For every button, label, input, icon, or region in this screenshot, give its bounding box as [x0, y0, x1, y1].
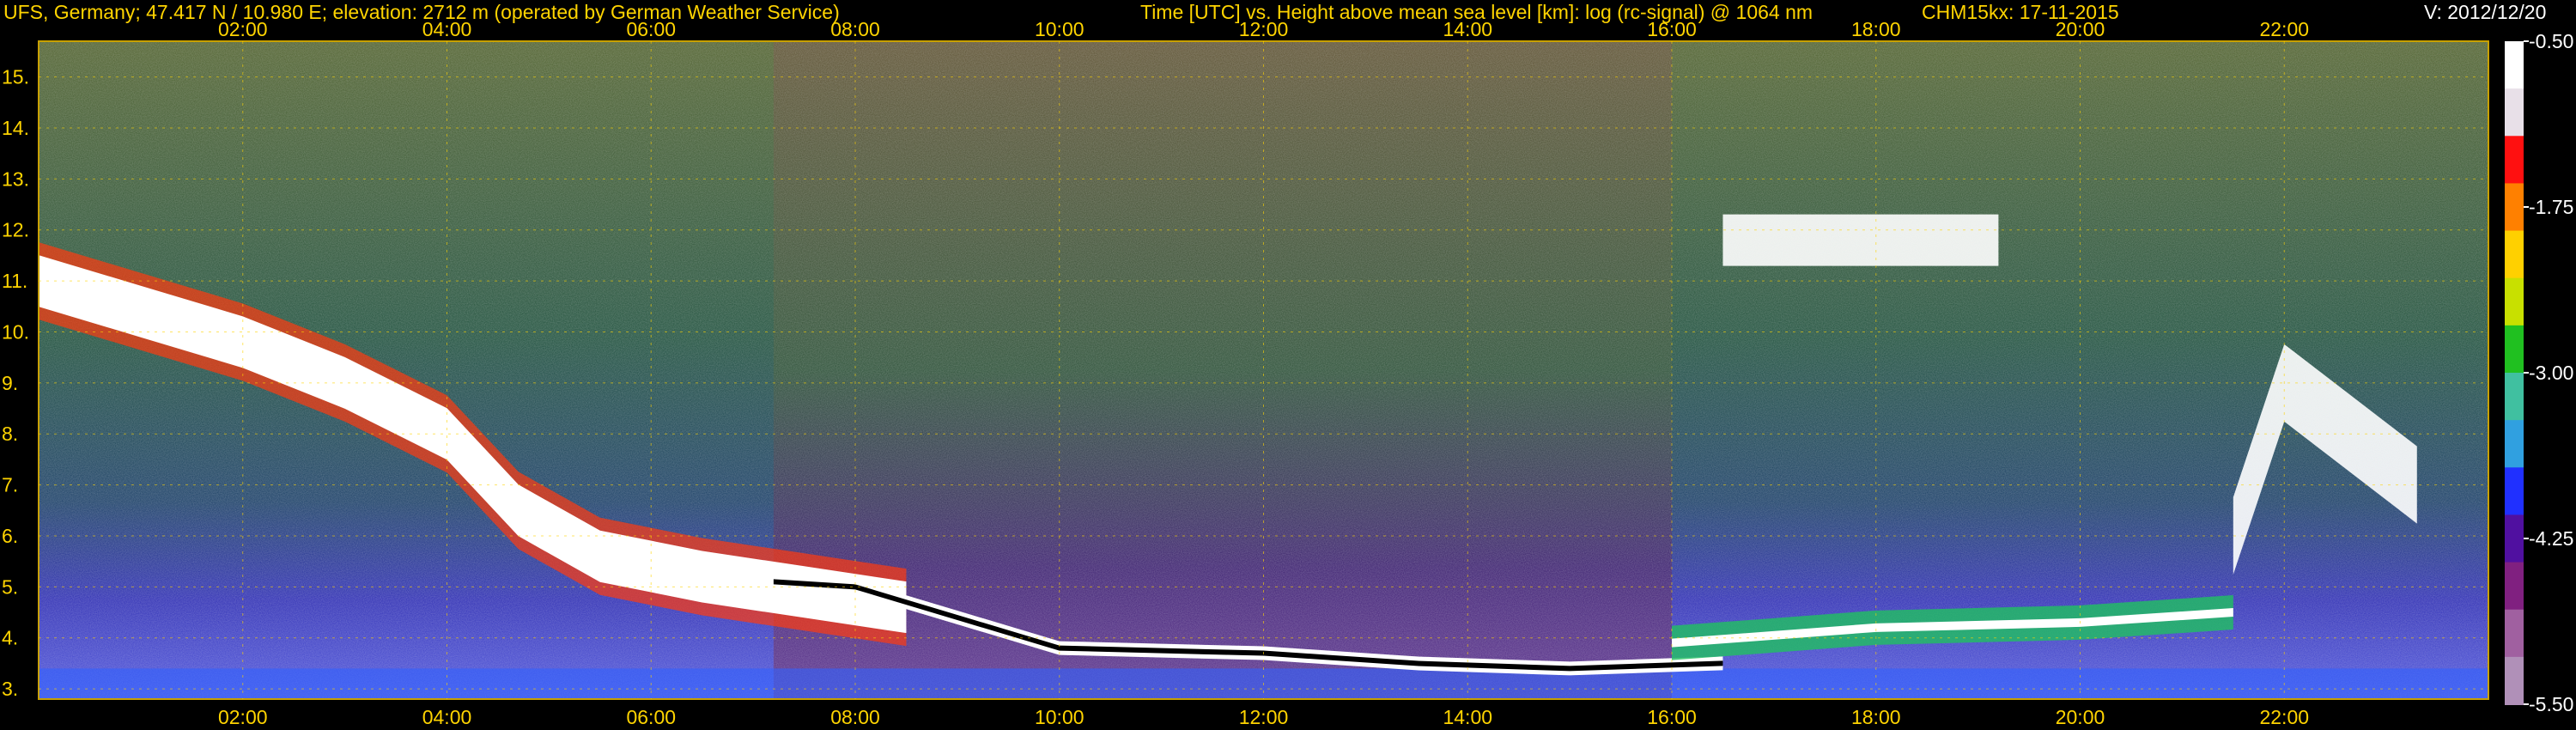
axes-title: Time [UTC] vs. Height above mean sea lev…: [1140, 1, 1814, 23]
y-tick-label: 7.: [2, 474, 18, 496]
colorbar-swatch: [2505, 373, 2524, 422]
colorbar-swatch: [2505, 514, 2524, 563]
colorbar-swatch: [2505, 41, 2524, 90]
x-tick-label-bottom: 10:00: [1035, 706, 1084, 728]
y-tick-label: 12.: [2, 219, 29, 241]
x-tick-label-bottom: 22:00: [2259, 706, 2309, 728]
upper-cloud: [1722, 214, 1999, 266]
x-tick-label-top: 10:00: [1035, 18, 1084, 40]
colorbar-swatch: [2505, 136, 2524, 185]
y-tick-label: 9.: [2, 372, 18, 394]
colorbar-swatch: [2505, 277, 2524, 326]
colorbar-swatch: [2505, 562, 2524, 611]
x-tick-label-bottom: 16:00: [1647, 706, 1697, 728]
y-tick-label: 3.: [2, 678, 18, 700]
x-tick-label-bottom: 20:00: [2056, 706, 2105, 728]
y-tick-label: 10.: [2, 320, 29, 343]
colorbar-swatch: [2505, 230, 2524, 279]
colorbar-label: -0.50: [2529, 30, 2573, 52]
y-tick-label: 5.: [2, 575, 18, 598]
colorbar-swatch: [2505, 420, 2524, 469]
colorbar-label: -4.25: [2529, 527, 2573, 550]
x-tick-label-bottom: 02:00: [218, 706, 268, 728]
y-tick-label: 4.: [2, 627, 18, 649]
x-tick-label-bottom: 08:00: [830, 706, 880, 728]
colorbar-label: -3.00: [2529, 362, 2573, 384]
colorbar: -0.50 -1.75 -3.00 -4.25 -5.50: [2505, 30, 2573, 715]
colorbar-swatch: [2505, 609, 2524, 658]
station-label: UFS, Germany; 47.417 N / 10.980 E; eleva…: [3, 1, 840, 23]
x-tick-label-top: 18:00: [1851, 18, 1901, 40]
x-tick-label-bottom: 06:00: [626, 706, 676, 728]
colorbar-swatch: [2505, 183, 2524, 232]
y-tick-label: 11.: [2, 270, 27, 292]
x-tick-label-bottom: 04:00: [422, 706, 472, 728]
colorbar-swatch: [2505, 88, 2524, 137]
colorbar-swatch: [2505, 325, 2524, 374]
x-tick-label-top: 22:00: [2259, 18, 2309, 40]
y-tick-label: 15.: [2, 66, 29, 88]
colorbar-label: -1.75: [2529, 196, 2573, 218]
y-tick-label: 13.: [2, 167, 29, 190]
ceilometer-chart: 02:0002:0004:0004:0006:0006:0008:0008:00…: [2, 18, 2573, 728]
heatmap-noise: [39, 41, 2488, 699]
instrument-date: CHM15kx: 17-11-2015: [1922, 1, 2119, 23]
version-label: V: 2012/12/20: [2424, 1, 2547, 23]
x-tick-label-bottom: 12:00: [1239, 706, 1289, 728]
colorbar-label: -5.50: [2529, 693, 2573, 715]
y-tick-label: 6.: [2, 525, 18, 547]
colorbar-swatch: [2505, 467, 2524, 516]
heatmap-area: [39, 41, 2488, 699]
x-tick-label-bottom: 14:00: [1443, 706, 1492, 728]
y-tick-label: 8.: [2, 423, 18, 445]
colorbar-swatch: [2505, 656, 2524, 705]
x-tick-label-bottom: 18:00: [1851, 706, 1901, 728]
y-tick-label: 14.: [2, 117, 29, 139]
